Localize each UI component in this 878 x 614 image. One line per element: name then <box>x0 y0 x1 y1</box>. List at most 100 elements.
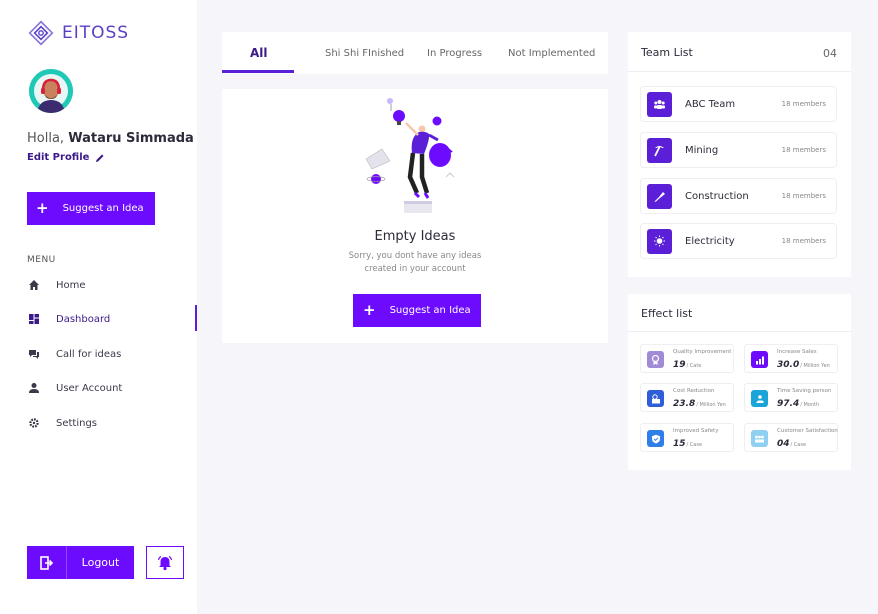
tab-not-implemented[interactable]: Not Implemented <box>508 32 595 74</box>
edit-profile-label: Edit Profile <box>27 152 90 163</box>
sidebar-item-settings[interactable]: Settings <box>27 416 97 430</box>
notification-button[interactable] <box>146 546 184 579</box>
tab-finished[interactable]: Shi Shi FInished <box>325 32 404 74</box>
effect-value-row: 19/ Cate <box>673 360 701 370</box>
greeting-prefix: Holla, <box>27 131 65 146</box>
empty-title: Empty Ideas <box>374 229 456 244</box>
dashboard-icon <box>27 312 41 326</box>
chart-icon <box>751 351 768 368</box>
active-nav-indicator <box>195 305 197 331</box>
logout-button[interactable]: Logout <box>27 546 134 579</box>
sidebar-item-call-for-ideas[interactable]: Call for ideas <box>27 347 121 361</box>
effect-value: 97.4 <box>777 399 800 409</box>
menu-heading: MENU <box>27 255 56 265</box>
ideas-illustration <box>365 98 455 213</box>
sidebar-item-user-account[interactable]: User Account <box>27 381 122 395</box>
effect-list-card: Effect list Quality Improvement 19/ Cate… <box>628 294 851 470</box>
effect-unit: / Million Yen <box>800 363 830 369</box>
pickaxe-icon <box>647 137 672 163</box>
effect-value-row: 23.8/ Million Yen <box>673 399 726 409</box>
tab-active-underline <box>222 70 294 73</box>
group-icon <box>647 91 672 117</box>
team-name: Electricity <box>685 235 735 247</box>
shield-icon <box>647 430 664 447</box>
effect-value: 23.8 <box>673 399 696 409</box>
effect-item-safety[interactable]: Improved Safety 15/ Case <box>640 423 734 452</box>
team-members: 18 members <box>781 100 826 108</box>
effect-item-cost[interactable]: Cost Reduction 23.8/ Million Yen <box>640 383 734 412</box>
effect-item-sales[interactable]: Increase Sales 30.0/ Million Yen <box>744 344 838 373</box>
money-icon <box>647 390 664 407</box>
brand-logo[interactable]: EITOSS <box>28 20 129 46</box>
team-row-abc[interactable]: ABC Team 18 members <box>640 86 837 122</box>
suggest-idea-button[interactable]: + Suggest an Idea <box>27 192 155 225</box>
team-row-construction[interactable]: Construction 18 members <box>640 178 837 214</box>
effect-unit: / Million Yen <box>696 402 726 408</box>
suggest-idea-main-button[interactable]: + Suggest an Idea <box>353 294 481 327</box>
home-icon <box>27 278 41 292</box>
pencil-icon <box>96 154 104 162</box>
effect-item-quality[interactable]: Quality Improvement 19/ Cate <box>640 344 734 373</box>
team-row-electricity[interactable]: Electricity 18 members <box>640 223 837 259</box>
sidebar-item-label: Home <box>56 279 86 291</box>
effect-unit: / Month <box>800 402 820 408</box>
trowel-icon <box>647 183 672 209</box>
effect-list-header: Effect list <box>628 294 851 332</box>
effect-unit: / Cate <box>686 363 702 369</box>
plus-icon: + <box>363 301 376 319</box>
effect-value: 15 <box>673 439 686 449</box>
user-name: Wataru Simmada <box>68 131 194 146</box>
sidebar-item-dashboard[interactable]: Dashboard <box>27 312 110 326</box>
logout-icon <box>27 546 67 579</box>
idea-tabs: All Shi Shi FInished In Progress Not Imp… <box>222 32 608 74</box>
sidebar-item-home[interactable]: Home <box>27 278 86 292</box>
effect-value-row: 97.4/ Month <box>777 399 819 409</box>
effect-label: Quality Improvement <box>673 349 732 355</box>
effect-value-row: 15/ Case <box>673 439 702 449</box>
team-members: 18 members <box>781 237 826 245</box>
suggest-idea-label: Suggest an Idea <box>62 203 144 214</box>
chat-icon <box>27 347 41 361</box>
team-name: Mining <box>685 144 719 156</box>
empty-ideas-card: Empty Ideas Sorry, you dont have any ide… <box>222 89 608 343</box>
effect-value-row: 04/ Case <box>777 439 806 449</box>
sidebar-item-label: Call for ideas <box>56 348 122 360</box>
people-icon <box>751 430 768 447</box>
avatar-image <box>29 69 73 113</box>
gear-icon <box>27 416 41 430</box>
team-list-header: Team List 04 <box>628 32 851 72</box>
plus-icon: + <box>36 199 49 217</box>
empty-message-line: created in your account <box>364 264 466 274</box>
team-count: 04 <box>823 47 837 60</box>
empty-message: Sorry, you dont have any ideas created i… <box>222 250 608 276</box>
team-list-card: Team List 04 ABC Team 18 members Mining … <box>628 32 851 277</box>
tab-in-progress[interactable]: In Progress <box>427 32 482 74</box>
effect-unit: / Case <box>686 442 703 448</box>
effect-value: 30.0 <box>777 360 800 370</box>
effect-value-row: 30.0/ Million Yen <box>777 360 830 370</box>
greeting: Holla, Wataru Simmada <box>27 131 194 146</box>
team-list-title: Team List <box>641 46 693 59</box>
effect-label: Improved Safety <box>673 428 719 434</box>
effect-label: Cost Reduction <box>673 388 715 394</box>
bell-icon <box>157 555 173 570</box>
effect-item-satisfaction[interactable]: Customer Satisfaction 04/ Case <box>744 423 838 452</box>
tab-all[interactable]: All <box>250 32 268 74</box>
effect-list-title: Effect list <box>641 307 693 320</box>
suggest-idea-label: Suggest an Idea <box>389 305 471 316</box>
user-icon <box>27 381 41 395</box>
effect-label: Time Saving person <box>777 388 832 394</box>
logout-label: Logout <box>81 556 120 569</box>
effect-value: 19 <box>673 360 686 370</box>
team-name: Construction <box>685 190 749 202</box>
sidebar: EITOSS Holla, Wataru Simmada Edit Profil… <box>0 0 197 614</box>
team-name: ABC Team <box>685 98 736 110</box>
avatar[interactable] <box>29 69 73 113</box>
sidebar-item-label: Settings <box>56 417 98 429</box>
award-icon <box>647 351 664 368</box>
edit-profile-link[interactable]: Edit Profile <box>27 152 105 163</box>
effect-item-time[interactable]: Time Saving person 97.4/ Month <box>744 383 838 412</box>
sidebar-item-label: User Account <box>56 382 123 394</box>
team-row-mining[interactable]: Mining 18 members <box>640 132 837 168</box>
effect-value: 04 <box>777 439 790 449</box>
